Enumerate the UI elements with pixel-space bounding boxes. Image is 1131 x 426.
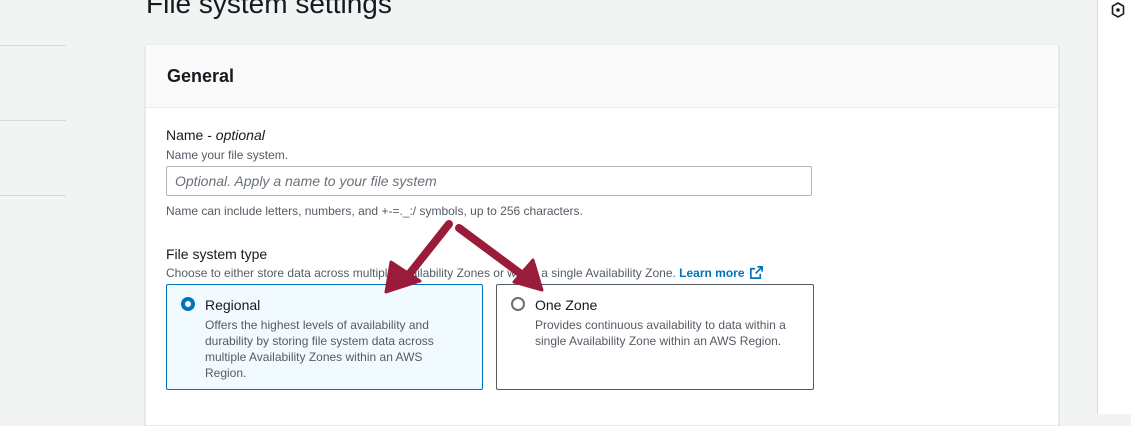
nav-divider — [0, 120, 66, 121]
info-panel-icon[interactable] — [1111, 2, 1125, 18]
name-constraint-text: Name can include letters, numbers, and +… — [166, 204, 583, 218]
file-system-type-description: Choose to either store data across multi… — [166, 265, 764, 280]
file-system-type-description-text: Choose to either store data across multi… — [166, 266, 676, 280]
one-zone-option-description: Provides continuous availability to data… — [535, 318, 786, 348]
panel-header: General — [146, 45, 1058, 108]
file-system-name-input[interactable] — [166, 166, 812, 196]
panel-title: General — [167, 66, 235, 86]
page-title: File system settings — [146, 0, 392, 19]
left-navigation — [0, 0, 66, 414]
regional-radio-button[interactable] — [181, 297, 195, 311]
external-link-icon[interactable] — [749, 265, 764, 280]
regional-option-title: Regional — [205, 297, 261, 313]
one-zone-option-tile[interactable]: One Zone Provides continuous availabilit… — [496, 284, 814, 390]
name-field-description: Name your file system. — [166, 148, 289, 162]
name-label-text: Name - — [166, 127, 216, 143]
name-field-label: Name - optional — [166, 127, 265, 143]
learn-more-link[interactable]: Learn more — [679, 266, 744, 280]
regional-option-description: Offers the highest levels of availabilit… — [205, 318, 434, 380]
file-system-type-label: File system type — [166, 246, 268, 262]
nav-divider — [0, 195, 66, 196]
one-zone-radio-button[interactable] — [511, 297, 525, 311]
regional-option-tile[interactable]: Regional Offers the highest levels of av… — [166, 284, 483, 390]
name-label-optional: optional — [215, 127, 265, 143]
one-zone-option-title: One Zone — [535, 297, 598, 313]
nav-divider — [0, 45, 66, 46]
right-utility-rail — [1097, 0, 1131, 414]
